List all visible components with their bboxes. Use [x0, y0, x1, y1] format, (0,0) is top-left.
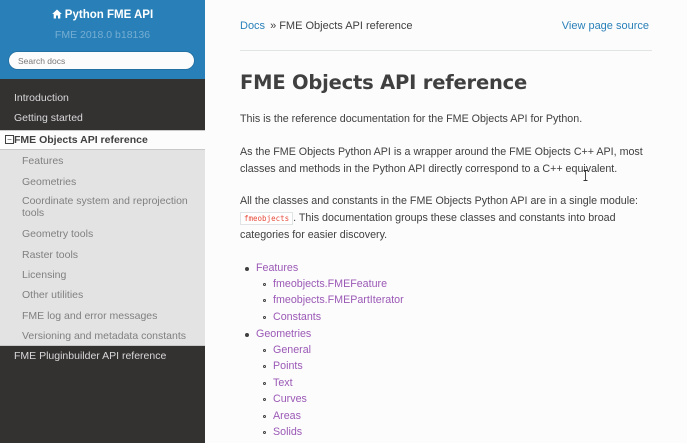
breadcrumb-docs-link[interactable]: Docs — [240, 20, 265, 32]
sidebar-header: Python FME API FME 2018.0 b18136 — [0, 0, 205, 79]
toc-sub-bullet — [263, 431, 266, 434]
toc-areas-link[interactable]: Areas — [273, 410, 301, 423]
subnav-item-coordinate-system[interactable]: Coordinate system and reprojection tools — [22, 195, 192, 219]
toc-sub-bullet — [263, 349, 266, 352]
subnav-item-features[interactable]: Features — [22, 155, 192, 167]
toc-bullet — [245, 333, 249, 337]
toc-sub-bullet — [263, 283, 266, 286]
toc-general-link[interactable]: General — [273, 344, 311, 357]
toc-sub-bullet — [263, 415, 266, 418]
version-label: FME 2018.0 b18136 — [54, 29, 151, 41]
sidebar: Python FME API FME 2018.0 b18136 Introdu… — [0, 0, 205, 443]
subnav-item-versioning[interactable]: Versioning and metadata constants — [22, 330, 192, 342]
toc-curves-link[interactable]: Curves — [273, 393, 307, 406]
project-title: Python FME API — [64, 9, 154, 21]
toc-sub-bullet — [263, 299, 266, 302]
toc-constants-link[interactable]: Constants — [273, 311, 321, 324]
nav-item-pluginbuilder[interactable]: FME Pluginbuilder API reference — [0, 350, 205, 362]
view-page-source-link[interactable]: View page source — [562, 20, 649, 32]
toc-sub-bullet — [263, 382, 266, 385]
toc-sub-bullet — [263, 316, 266, 319]
subnav-item-raster-tools[interactable]: Raster tools — [22, 249, 192, 261]
toc-fmefeature-link[interactable]: fmeobjects.FMEFeature — [273, 278, 387, 291]
main-content: Docs» FME Objects API reference View page… — [205, 0, 687, 443]
search-input[interactable] — [8, 51, 195, 70]
toc-features-link[interactable]: Features — [256, 262, 298, 275]
toc-fmepartiterator-link[interactable]: fmeobjects.FMEPartIterator — [273, 294, 404, 307]
breadcrumb: Docs » FME Objects API reference — [240, 20, 412, 32]
toc-bullet — [245, 267, 249, 271]
nav-current-label: FME Objects API reference — [14, 134, 148, 146]
subnav-item-fme-log[interactable]: FME log and error messages — [22, 310, 192, 322]
module-text-after: . This documentation groups these classe… — [240, 211, 616, 242]
wrapper-paragraph: As the FME Objects Python API is a wrapp… — [240, 146, 643, 175]
nav-item-introduction[interactable]: Introduction — [0, 92, 205, 104]
module-text-before: All the classes and constants in the FME… — [240, 195, 639, 207]
breadcrumb-separator: » — [270, 20, 277, 32]
intro-paragraph: This is the reference documentation for … — [240, 113, 583, 125]
breadcrumb-current: FME Objects API reference — [279, 20, 413, 32]
text-cursor-icon — [583, 170, 588, 181]
home-icon — [51, 9, 62, 19]
subnav-item-geometry-tools[interactable]: Geometry tools — [22, 228, 192, 240]
subnav: Features Geometries Coordinate system an… — [0, 150, 205, 346]
nav-item-getting-started[interactable]: Getting started — [0, 112, 205, 124]
divider — [240, 50, 652, 51]
toc-sub-bullet — [263, 365, 266, 368]
project-home-link[interactable]: Python FME API — [0, 9, 205, 21]
subnav-item-geometries[interactable]: Geometries — [22, 176, 192, 188]
toc-solids-link[interactable]: Solids — [273, 426, 302, 439]
module-code: fmeobjects — [240, 211, 294, 225]
toc-points-link[interactable]: Points — [273, 360, 303, 373]
nav-item-fme-objects-api-reference[interactable]: − FME Objects API reference — [0, 130, 205, 150]
toc-sub-bullet — [263, 398, 266, 401]
subnav-item-licensing[interactable]: Licensing — [22, 269, 192, 281]
toc-geometries-link[interactable]: Geometries — [256, 328, 311, 341]
page-title: FME Objects API reference — [240, 71, 528, 94]
toc-text-link[interactable]: Text — [273, 377, 293, 390]
module-paragraph: All the classes and constants in the FME… — [240, 193, 650, 244]
subnav-item-other-utilities[interactable]: Other utilities — [22, 289, 192, 301]
collapse-toggle-icon[interactable]: − — [5, 135, 14, 144]
